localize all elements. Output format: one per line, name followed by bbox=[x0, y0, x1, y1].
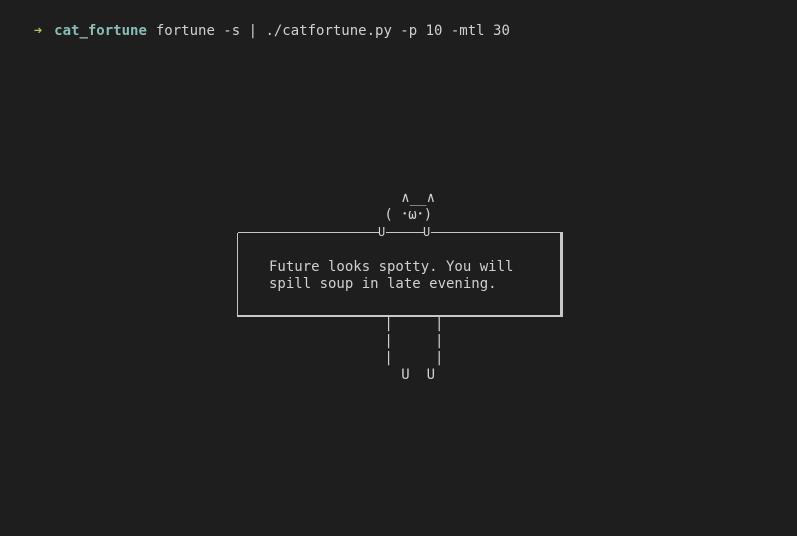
box-border-top-middle bbox=[386, 232, 425, 233]
fortune-box: U U Future looks spotty. You will spill s… bbox=[237, 225, 563, 317]
command-line: ➜ cat_fortune fortune -s | ./catfortune.py… bbox=[0, 4, 510, 58]
cat-legs: | | | | | | U U bbox=[376, 316, 443, 384]
cat-face: ( ･ω･) bbox=[376, 207, 433, 223]
cat-head: ∧__∧ ( ･ω･) bbox=[376, 190, 435, 224]
cat-paw-left: U bbox=[378, 225, 386, 239]
command-text: fortune -s | ./catfortune.py -p 10 -mtl … bbox=[155, 23, 510, 39]
fortune-message: Future looks spotty. You will spill soup … bbox=[269, 259, 513, 293]
fortune-line-2: spill soup in late evening. bbox=[269, 276, 497, 292]
cat-feet: U U bbox=[376, 367, 436, 383]
cat-legs-row-1: | | bbox=[376, 316, 444, 332]
current-directory: cat_fortune bbox=[54, 23, 147, 39]
cat-legs-row-3: | | bbox=[376, 350, 444, 366]
cat-paw-right: U bbox=[423, 225, 431, 239]
cat-legs-row-2: | | bbox=[376, 333, 444, 349]
terminal-window[interactable]: ➜ cat_fortune fortune -s | ./catfortune.py… bbox=[0, 0, 797, 536]
fortune-line-1: Future looks spotty. You will bbox=[269, 259, 514, 275]
prompt-arrow-icon: ➜ bbox=[33, 23, 43, 39]
box-border-top-left bbox=[238, 232, 380, 233]
cat-ears: ∧__∧ bbox=[376, 190, 436, 206]
box-border-top-right bbox=[431, 232, 563, 233]
